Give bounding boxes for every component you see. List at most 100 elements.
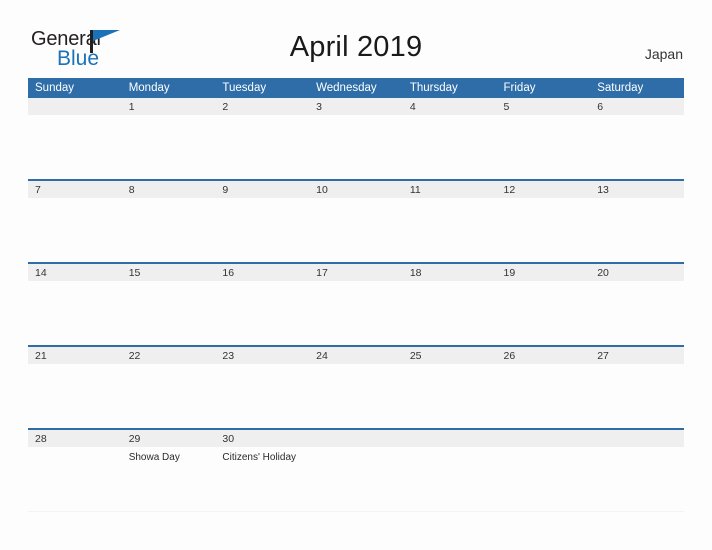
calendar-day-cell[interactable]: 17 <box>309 262 403 345</box>
calendar-day-cell[interactable]: 26 <box>496 345 591 428</box>
day-number: 10 <box>309 181 403 198</box>
calendar-day-cell[interactable]: 19 <box>496 262 591 345</box>
day-events: Showa Day <box>128 452 180 463</box>
calendar-day-cell[interactable]: 10 <box>309 179 403 262</box>
day-number: 3 <box>309 98 403 115</box>
calendar-day-cell[interactable] <box>402 428 497 511</box>
weekday-header-friday: Friday <box>496 78 591 98</box>
day-events <box>309 447 403 451</box>
day-events <box>403 447 497 451</box>
day-events <box>497 447 591 451</box>
day-number: 16 <box>215 264 310 281</box>
day-events <box>590 115 684 119</box>
day-number: 13 <box>590 181 684 198</box>
day-number <box>309 430 403 447</box>
calendar-day-cell[interactable] <box>496 428 591 511</box>
calendar-day-cell[interactable]: 24 <box>309 345 403 428</box>
calendar-day-cell[interactable]: 2 <box>215 98 310 179</box>
calendar-day-cell[interactable]: 15 <box>121 262 216 345</box>
calendar-day-cell[interactable]: 30 Citizens' Holiday <box>215 428 310 511</box>
day-events <box>122 364 216 368</box>
day-events <box>28 281 122 285</box>
calendar-day-cell[interactable]: 16 <box>215 262 310 345</box>
calendar-day-cell[interactable]: 29 Showa Day <box>121 428 216 511</box>
calendar-day-cell[interactable]: 22 <box>121 345 216 428</box>
day-number: 18 <box>402 264 497 281</box>
calendar-day-cell[interactable]: 11 <box>402 179 497 262</box>
day-number: 8 <box>121 181 216 198</box>
calendar-week-row: 28 29 Showa Day 30 Citizens' Holiday <box>28 428 684 511</box>
day-number: 29 <box>121 430 216 447</box>
day-number: 7 <box>28 181 122 198</box>
weekday-header-tuesday: Tuesday <box>215 78 310 98</box>
day-number: 11 <box>402 181 497 198</box>
calendar-day-cell[interactable] <box>590 428 684 511</box>
day-number: 22 <box>121 347 216 364</box>
day-events <box>122 281 216 285</box>
day-events <box>497 115 591 119</box>
day-number: 9 <box>215 181 310 198</box>
calendar-day-cell[interactable]: 8 <box>121 179 216 262</box>
calendar-day-cell[interactable]: 21 <box>28 345 122 428</box>
day-events <box>497 364 591 368</box>
day-number: 2 <box>215 98 310 115</box>
calendar-week-row: 21 22 23 24 25 26 27 <box>28 345 684 428</box>
calendar-day-cell[interactable]: 12 <box>496 179 591 262</box>
day-events <box>403 198 497 202</box>
day-events: Citizens' Holiday <box>222 452 297 463</box>
calendar-day-cell[interactable]: 1 <box>121 98 216 179</box>
day-number: 24 <box>309 347 403 364</box>
day-events <box>28 198 122 202</box>
calendar-day-cell[interactable]: 6 <box>590 98 684 179</box>
calendar-week-row: 7 8 9 10 11 12 13 <box>28 179 684 262</box>
calendar-day-cell[interactable] <box>309 428 403 511</box>
day-number: 27 <box>590 347 684 364</box>
day-events <box>590 198 684 202</box>
day-number: 4 <box>402 98 497 115</box>
calendar-table: Sunday Monday Tuesday Wednesday Thursday… <box>28 78 684 511</box>
calendar-day-cell[interactable]: 5 <box>496 98 591 179</box>
day-events <box>403 115 497 119</box>
weekday-header-monday: Monday <box>121 78 216 98</box>
day-events <box>215 115 309 119</box>
day-number <box>496 430 591 447</box>
day-events <box>215 281 309 285</box>
day-events <box>28 447 122 451</box>
calendar-day-cell[interactable]: 3 <box>309 98 403 179</box>
calendar-day-cell[interactable]: 25 <box>402 345 497 428</box>
calendar-day-cell[interactable]: 28 <box>28 428 122 511</box>
calendar-day-cell[interactable]: 27 <box>590 345 684 428</box>
day-events <box>309 115 403 119</box>
calendar-day-cell[interactable]: 23 <box>215 345 310 428</box>
day-number: 5 <box>496 98 591 115</box>
calendar-body: 1 2 3 4 5 6 7 8 9 10 11 12 13 14 15 16 1… <box>28 98 684 511</box>
weekday-header-sunday: Sunday <box>28 78 122 98</box>
calendar-day-cell[interactable]: 13 <box>590 179 684 262</box>
calendar-day-cell[interactable]: 4 <box>402 98 497 179</box>
day-events <box>497 198 591 202</box>
page-title: April 2019 <box>289 31 423 63</box>
calendar-day-cell[interactable]: 14 <box>28 262 122 345</box>
day-events <box>497 281 591 285</box>
calendar-day-cell[interactable]: 20 <box>590 262 684 345</box>
day-number: 14 <box>28 264 122 281</box>
calendar-day-cell[interactable]: 7 <box>28 179 122 262</box>
day-number <box>28 98 122 115</box>
day-number: 15 <box>121 264 216 281</box>
day-events <box>309 198 403 202</box>
day-number: 20 <box>590 264 684 281</box>
day-number: 25 <box>402 347 497 364</box>
day-number: 1 <box>121 98 216 115</box>
weekday-header-thursday: Thursday <box>402 78 497 98</box>
day-events <box>309 281 403 285</box>
calendar-header-row-group: Sunday Monday Tuesday Wednesday Thursday… <box>28 78 684 98</box>
calendar-day-cell[interactable]: 9 <box>215 179 310 262</box>
calendar-day-cell[interactable]: 18 <box>402 262 497 345</box>
day-events <box>403 281 497 285</box>
day-events <box>309 364 403 368</box>
region-label: Japan <box>644 46 683 62</box>
calendar-day-cell[interactable] <box>28 98 122 179</box>
weekday-header-wednesday: Wednesday <box>309 78 403 98</box>
day-number: 28 <box>28 430 122 447</box>
day-number: 21 <box>28 347 122 364</box>
